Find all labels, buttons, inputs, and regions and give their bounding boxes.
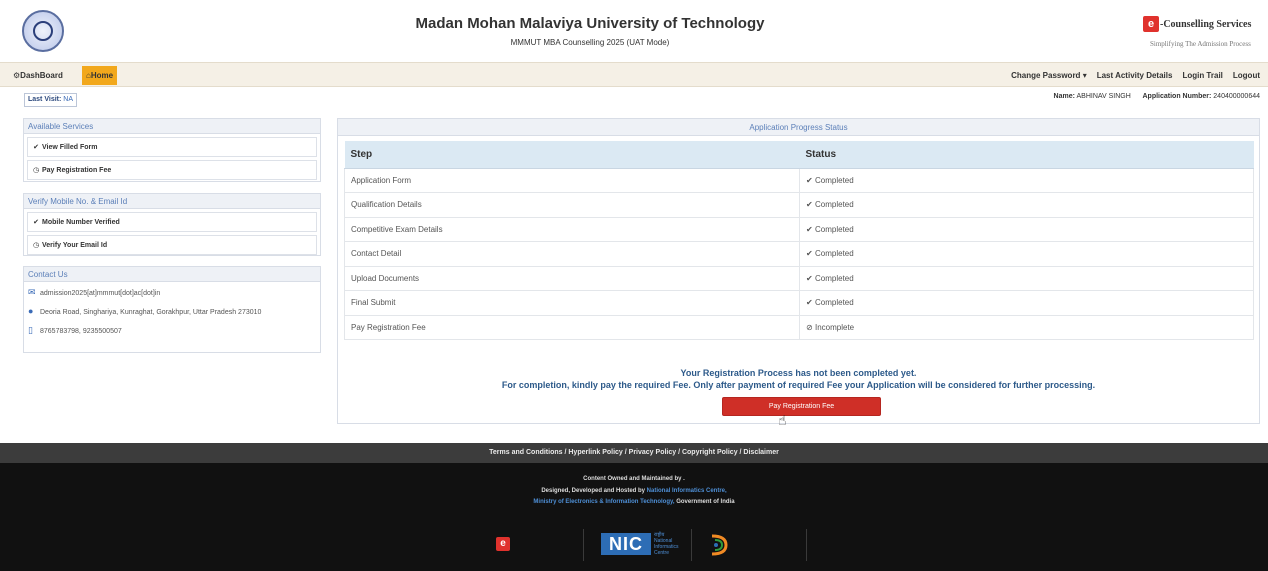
- application-progress-panel: Application Progress Status Step Status …: [337, 118, 1260, 428]
- table-row: Upload Documents ✔ Completed: [344, 265, 1254, 291]
- name-value: ABHINAV SINGH: [1076, 93, 1131, 100]
- last-activity-link[interactable]: Last Activity Details: [1097, 68, 1173, 83]
- map-marker-icon: ●: [28, 306, 34, 316]
- footer-ministry-text: Ministry of Electronics & Information Te…: [533, 499, 735, 505]
- last-visit-value: NA: [63, 96, 74, 103]
- table-row: Contact Detail ✔ Completed: [344, 241, 1254, 266]
- caret-down-icon: ▾: [1082, 71, 1087, 80]
- name-label: Name:: [1053, 93, 1075, 100]
- table-row: Competitive Exam Details ✔ Completed: [344, 216, 1254, 242]
- page-subtitle: MMMUT MBA Counselling 2025 (UAT Mode): [510, 38, 670, 47]
- nic-link[interactable]: National Informatics Centre,: [647, 488, 727, 494]
- phone-icon: ▯: [28, 325, 33, 335]
- contact-address: ● Deoria Road, Singhariya, Kunraghat, Gor…: [24, 302, 320, 321]
- table-row: Qualification Details ✔ Completed: [344, 192, 1254, 217]
- ban-icon: ⊘: [806, 322, 813, 332]
- counselling-services-logo: e -Counselling Services Simplifying The …: [1140, 14, 1260, 54]
- footer-links[interactable]: Terms and Conditions / Hyperlink Policy …: [0, 443, 1268, 463]
- contact-email: ✉ admission2025[at]mmmut[dot]ac[dot]in: [24, 283, 320, 302]
- step-cell: Pay Registration Fee: [344, 314, 800, 340]
- footer-owner-text: Content Owned and Maintained by .: [583, 476, 685, 482]
- status-cell: ✔ Completed: [799, 167, 1254, 193]
- clock-icon: ◷: [32, 167, 40, 174]
- check-circle-icon: ✔: [33, 144, 39, 151]
- last-visit-label: Last Visit:: [28, 96, 62, 103]
- logout-link[interactable]: Logout: [1233, 68, 1260, 83]
- user-info: Name: ABHINAV SINGH Application Number: …: [1054, 93, 1260, 100]
- envelope-icon: ✉: [28, 287, 36, 297]
- clock-icon: ◷: [32, 242, 40, 249]
- payment-instruction-message: For completion, kindly pay the required …: [501, 380, 1096, 390]
- col-step-header: Step: [344, 141, 800, 169]
- brand-icon: e: [1143, 16, 1159, 32]
- top-navbar: ⚙DashBoard ⌂Home Change Password ▾ Last …: [0, 62, 1268, 87]
- contact-title: Contact Us: [24, 267, 320, 282]
- university-logo: [22, 10, 64, 52]
- last-visit-badge: Last Visit: NA: [24, 93, 78, 107]
- available-services-title: Available Services: [24, 119, 320, 134]
- page-header: Madan Mohan Malaviya University of Techn…: [0, 0, 1268, 62]
- digital-india-logo: [711, 534, 728, 556]
- check-circle-icon: ✔: [806, 175, 813, 185]
- registration-incomplete-message: Your Registration Process has not been c…: [680, 368, 917, 378]
- brand-tagline: Simplifying The Admission Process: [1150, 40, 1251, 48]
- application-number-label: Application Number:: [1142, 93, 1212, 100]
- pay-registration-fee-link[interactable]: ◷ Pay Registration Fee: [27, 160, 317, 180]
- progress-table: Step Status Application Form ✔ Completed …: [344, 141, 1254, 340]
- check-circle-icon: ✔: [806, 298, 813, 308]
- nav-dashboard-label: DashBoard: [20, 71, 63, 80]
- hand-cursor-icon: ☝: [778, 412, 787, 428]
- check-circle-icon: ✔: [33, 219, 39, 226]
- mobile-verified-item: ✔ Mobile Number Verified: [27, 212, 317, 232]
- table-row: Final Submit ✔ Completed: [344, 290, 1254, 315]
- application-number-value: 240400000644: [1213, 93, 1260, 100]
- page-title: Madan Mohan Malaviya University of Techn…: [415, 15, 765, 32]
- col-status-header: Status: [799, 141, 1254, 169]
- check-circle-icon: ✔: [806, 249, 813, 259]
- footer-developer-text: Designed, Developed and Hosted by Nation…: [541, 488, 727, 494]
- status-cell: ⊘ Incomplete: [799, 314, 1254, 340]
- page-footer: Content Owned and Maintained by . Design…: [0, 463, 1268, 571]
- view-filled-form-link[interactable]: ✔ View Filled Form: [27, 137, 317, 157]
- login-trail-link[interactable]: Login Trail: [1182, 68, 1222, 83]
- check-circle-icon: ✔: [806, 224, 813, 234]
- available-services-panel: Available Services ✔ View Filled Form ◷ Pa…: [23, 118, 321, 182]
- nav-dashboard[interactable]: ⚙DashBoard: [13, 68, 63, 83]
- status-cell: ✔ Completed: [799, 241, 1254, 266]
- nic-logo: NIC: [601, 533, 651, 555]
- nav-home-label: Home: [90, 71, 114, 80]
- verify-email-link[interactable]: ◷ Verify Your Email Id: [27, 235, 317, 255]
- table-row: Pay Registration Fee ⊘ Incomplete: [344, 314, 1254, 340]
- step-cell: Upload Documents: [344, 265, 800, 291]
- status-cell: ✔ Completed: [799, 265, 1254, 291]
- verify-panel: Verify Mobile No. & Email Id ✔ Mobile Num…: [23, 193, 321, 256]
- footer-logos: e NIC राष्ट्रीय National Informatics Cen…: [486, 527, 816, 563]
- contact-phone: ▯ 8765783798, 9235500507: [24, 321, 320, 340]
- counselling-services-footer-logo: e: [496, 537, 510, 551]
- nic-logo-text: राष्ट्रीय National Informatics Centre: [654, 532, 679, 556]
- check-circle-icon: ✔: [806, 200, 813, 210]
- status-cell: ✔ Completed: [799, 216, 1254, 242]
- step-cell: Competitive Exam Details: [344, 216, 800, 242]
- pay-registration-fee-button[interactable]: Pay Registration Fee: [722, 397, 881, 416]
- table-row: Application Form ✔ Completed: [344, 167, 1254, 193]
- status-cell: ✔ Completed: [799, 290, 1254, 315]
- contact-panel: Contact Us ✉ admission2025[at]mmmut[dot]a…: [23, 266, 321, 353]
- progress-title: Application Progress Status: [338, 119, 1259, 136]
- step-cell: Final Submit: [344, 290, 800, 315]
- step-cell: Contact Detail: [344, 241, 800, 266]
- step-cell: Qualification Details: [344, 192, 800, 217]
- status-cell: ✔ Completed: [799, 192, 1254, 217]
- nav-home[interactable]: ⌂Home: [82, 66, 118, 85]
- change-password-menu[interactable]: Change Password ▾: [1011, 68, 1087, 83]
- step-cell: Application Form: [344, 167, 800, 193]
- brand-name: -Counselling Services: [1160, 19, 1252, 30]
- verify-title: Verify Mobile No. & Email Id: [24, 194, 320, 209]
- check-circle-icon: ✔: [806, 273, 813, 283]
- meity-link[interactable]: Ministry of Electronics & Information Te…: [533, 499, 674, 505]
